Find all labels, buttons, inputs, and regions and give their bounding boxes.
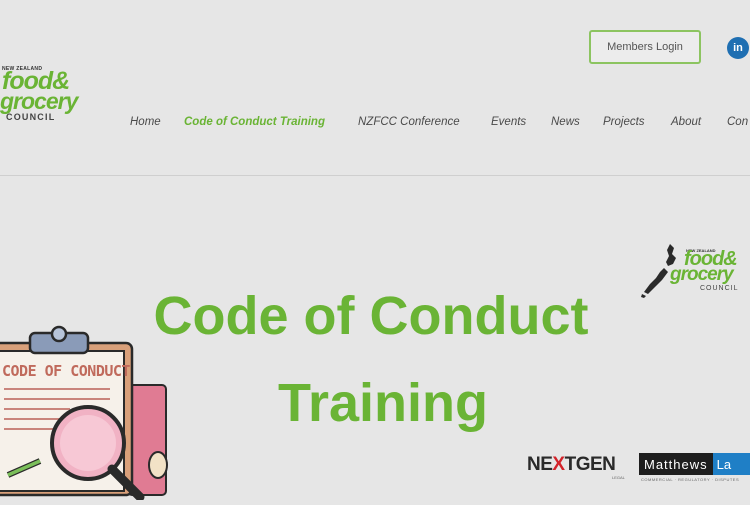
matthews-label-blue: La [712, 453, 750, 475]
nextgen-subtitle: LEGAL [612, 475, 625, 480]
nextgen-part2: TGEN [564, 454, 616, 475]
site-header: NEW ZEALAND food& grocery COUNCIL Member… [0, 0, 750, 176]
matthews-label: Matthews [639, 453, 713, 475]
main-nav: Home Code of Conduct Training NZFCC Conf… [0, 116, 750, 132]
nextgen-sponsor-logo: NEXTGEN [527, 454, 616, 476]
nav-contact[interactable]: Con [727, 116, 748, 128]
nav-events[interactable]: Events [491, 116, 526, 128]
nextgen-part1: NE [527, 454, 553, 475]
nav-code-of-conduct-training[interactable]: Code of Conduct Training [184, 116, 325, 128]
clipboard-heading: CODE OF CONDUCT [2, 362, 130, 380]
nav-home[interactable]: Home [130, 116, 161, 128]
nav-projects[interactable]: Projects [603, 116, 645, 128]
nextgen-x: X [552, 454, 565, 475]
members-login-button[interactable]: Members Login [589, 30, 701, 64]
clipboard-illustration: CODE OF CONDUCT [0, 325, 175, 502]
linkedin-icon[interactable]: in [727, 37, 749, 59]
nav-nzfcc-conference[interactable]: NZFCC Conference [358, 116, 460, 128]
nav-about[interactable]: About [671, 116, 701, 128]
hero-logo-grocery: grocery [670, 264, 734, 285]
logo-grocery: grocery [0, 88, 78, 114]
matthews-sponsor-logo: Matthews La [639, 453, 750, 475]
matthews-subtitle: COMMERCIAL · REGULATORY · DISPUTES [641, 477, 740, 482]
nav-news[interactable]: News [551, 116, 580, 128]
